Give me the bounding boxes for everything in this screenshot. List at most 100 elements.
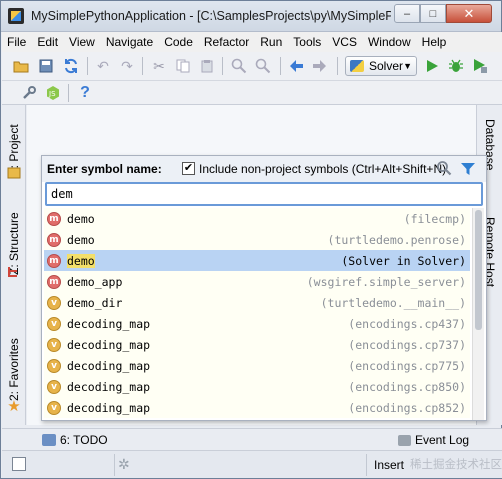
nodejs-icon[interactable]: JS xyxy=(44,84,62,102)
list-item[interactable]: v demo_dir (turtledemo.__main__) xyxy=(44,292,470,313)
todo-label: 6: TODO xyxy=(60,433,108,447)
list-item[interactable]: m demo (filecmp) xyxy=(44,208,470,229)
symbol-location: (filecmp) xyxy=(403,211,466,226)
method-icon: m xyxy=(47,253,61,268)
debug-icon[interactable] xyxy=(447,57,465,75)
variable-icon: v xyxy=(47,358,61,373)
menu-refactor[interactable]: Refactor xyxy=(204,35,249,49)
find-icon[interactable] xyxy=(230,57,248,75)
todo-icon xyxy=(42,434,56,446)
background-tasks-icon[interactable]: ✲ xyxy=(118,456,130,473)
symbol-location: (encodings.cp850) xyxy=(348,379,466,394)
popup-header: Enter symbol name: ✔ Include non-project… xyxy=(42,156,486,182)
main-toolbar: ↶ ↷ ✂ Solver ▼ xyxy=(2,52,502,81)
help-icon[interactable]: ? xyxy=(76,84,94,102)
symbol-name: demo xyxy=(67,232,95,247)
window-title: MySimplePythonApplication - [C:\SamplesP… xyxy=(31,9,391,23)
search-icon[interactable] xyxy=(436,160,452,176)
method-icon: m xyxy=(47,274,61,289)
bottom-tool-bar: 6: TODO Event Log xyxy=(2,428,502,450)
goto-symbol-popup: Enter symbol name: ✔ Include non-project… xyxy=(41,155,487,421)
menu-vcs[interactable]: VCS xyxy=(332,35,357,49)
tab-favorites[interactable]: 2: Favorites xyxy=(7,338,21,401)
replace-icon[interactable] xyxy=(254,57,272,75)
save-icon[interactable] xyxy=(37,57,55,75)
insert-mode-indicator[interactable]: Insert xyxy=(374,458,404,472)
include-non-project-checkbox[interactable]: ✔ xyxy=(182,162,195,175)
project-icon xyxy=(5,163,23,181)
tab-todo[interactable]: 6: TODO xyxy=(42,433,108,447)
sync-icon[interactable] xyxy=(62,57,80,75)
list-item[interactable]: v decoding_map (encodings.cp850) xyxy=(44,376,470,397)
symbol-location: (encodings.cp852) xyxy=(348,400,466,415)
menu-help[interactable]: Help xyxy=(422,35,447,49)
minimize-button[interactable]: – xyxy=(394,4,420,23)
tab-event-log[interactable]: Event Log xyxy=(398,433,469,447)
event-log-label: Event Log xyxy=(415,433,470,447)
cut-icon[interactable]: ✂ xyxy=(150,57,168,75)
menu-code[interactable]: Code xyxy=(164,35,193,49)
title-bar: MySimplePythonApplication - [C:\SamplesP… xyxy=(1,1,501,32)
run-with-coverage-icon[interactable] xyxy=(471,57,489,75)
list-item[interactable]: v decoding_map (encodings.cp737) xyxy=(44,334,470,355)
menu-bar: File Edit View Navigate Code Refactor Ru… xyxy=(2,32,502,52)
popup-label: Enter symbol name: xyxy=(47,162,162,176)
open-folder-icon[interactable] xyxy=(12,57,30,75)
menu-run[interactable]: Run xyxy=(260,35,282,49)
pycharm-logo-icon xyxy=(8,8,24,24)
list-item[interactable]: v decoding_map (encodings.cp775) xyxy=(44,355,470,376)
favorites-star-icon: ★ xyxy=(7,398,21,415)
undo-icon[interactable]: ↶ xyxy=(94,57,112,75)
svg-text:JS: JS xyxy=(48,90,56,98)
symbol-location: (encodings.cp775) xyxy=(348,358,466,373)
list-item[interactable]: m demo (Solver in Solver) xyxy=(44,250,470,271)
symbol-location: (encodings.cp437) xyxy=(348,316,466,331)
result-list-scrollbar[interactable] xyxy=(472,208,484,420)
maximize-button[interactable]: □ xyxy=(420,4,446,23)
include-non-project-label[interactable]: Include non-project symbols (Ctrl+Alt+Sh… xyxy=(199,162,446,176)
tool-windows-toggle-icon[interactable] xyxy=(12,457,26,471)
list-item[interactable]: v decoding_map (encodings.cp852) xyxy=(44,397,470,418)
symbol-name: demo_dir xyxy=(67,295,123,310)
symbol-location: (turtledemo.__main__) xyxy=(320,295,466,310)
back-arrow-icon[interactable] xyxy=(287,57,305,75)
symbol-name: decoding_map xyxy=(67,337,151,352)
symbol-location: (turtledemo.penrose) xyxy=(327,232,466,247)
symbol-name: decoding_map xyxy=(67,379,151,394)
run-icon[interactable] xyxy=(423,57,441,75)
python-icon xyxy=(350,60,364,72)
symbol-search-input[interactable]: dem xyxy=(45,182,483,206)
watermark-text: 稀土掘金技术社区 xyxy=(410,459,502,471)
run-configuration-select[interactable]: Solver ▼ xyxy=(345,56,417,76)
redo-icon[interactable]: ↷ xyxy=(118,57,136,75)
variable-icon: v xyxy=(47,337,61,352)
menu-view[interactable]: View xyxy=(69,35,95,49)
variable-icon: v xyxy=(47,295,61,310)
chevron-down-icon: ▼ xyxy=(403,61,412,71)
symbol-location: (Solver in Solver) xyxy=(341,253,466,268)
menu-edit[interactable]: Edit xyxy=(37,35,58,49)
variable-icon: v xyxy=(47,316,61,331)
list-item[interactable]: m demo (turtledemo.penrose) xyxy=(44,229,470,250)
event-log-icon xyxy=(398,434,411,446)
filter-icon[interactable] xyxy=(460,161,476,177)
forward-arrow-icon[interactable] xyxy=(311,57,329,75)
variable-icon: v xyxy=(47,400,61,415)
scrollbar-thumb[interactable] xyxy=(475,210,482,330)
method-icon: m xyxy=(47,232,61,247)
list-item[interactable]: m demo_app (wsgiref.simple_server) xyxy=(44,271,470,292)
menu-file[interactable]: File xyxy=(7,35,26,49)
symbol-name: demo xyxy=(67,253,95,268)
menu-navigate[interactable]: Navigate xyxy=(106,35,153,49)
menu-tools[interactable]: Tools xyxy=(293,35,321,49)
settings-wrench-icon[interactable] xyxy=(20,84,38,102)
run-configuration-label: Solver xyxy=(369,59,404,73)
menu-window[interactable]: Window xyxy=(368,35,411,49)
symbol-name: decoding_map xyxy=(67,400,151,415)
paste-icon[interactable] xyxy=(198,57,216,75)
left-tool-strip: 1: Project Z: Structure 2: Favorites ★ xyxy=(2,105,26,425)
list-item[interactable]: v decoding_map (encodings.cp437) xyxy=(44,313,470,334)
close-button[interactable]: ✕ xyxy=(446,4,492,23)
copy-icon[interactable] xyxy=(174,57,192,75)
structure-icon xyxy=(5,263,23,281)
